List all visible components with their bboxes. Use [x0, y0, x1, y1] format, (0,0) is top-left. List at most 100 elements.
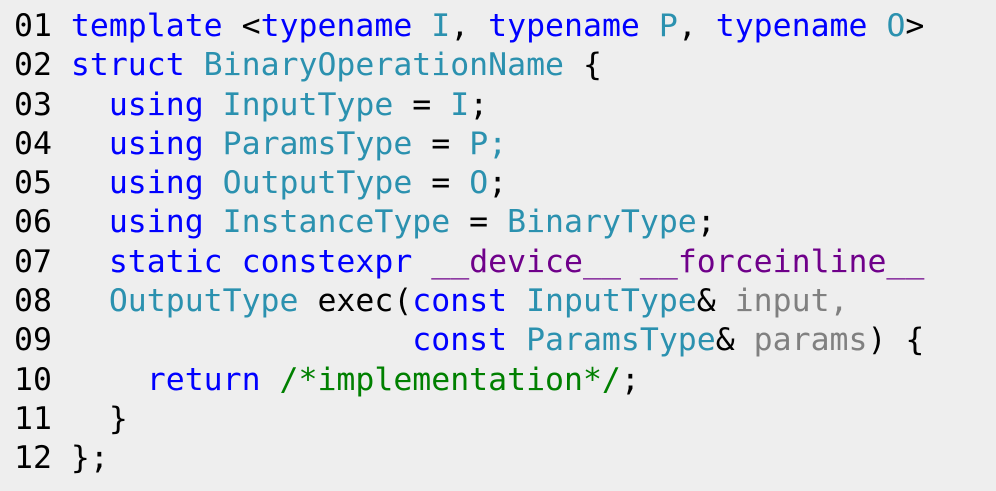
plain-token: , — [450, 8, 489, 44]
code-line: 05 using OutputType = O; — [14, 164, 996, 203]
gutter-space — [52, 126, 71, 162]
comment-token: /*implementation*/ — [279, 361, 621, 398]
keyword-token: using — [108, 165, 204, 202]
line-number: 11 — [14, 400, 52, 437]
gutter-space — [52, 244, 71, 280]
code-line: 12 }; — [14, 439, 996, 478]
plain-token: > — [905, 8, 925, 44]
gutter-space — [52, 204, 71, 240]
gutter-space — [52, 87, 71, 123]
line-number: 10 — [14, 361, 52, 398]
line-number: 01 — [14, 8, 52, 44]
keyword-token: typename — [488, 8, 640, 44]
code-line: 10 return /*implementation*/; — [14, 361, 996, 400]
macro-token: __forceinline__ — [639, 243, 925, 280]
type-token: BinaryType — [507, 204, 697, 241]
plain-token: ) { — [867, 322, 925, 359]
line-number: 07 — [14, 243, 52, 280]
plain-token: } — [70, 400, 128, 437]
plain-token: = — [393, 86, 451, 123]
keyword-token: const — [412, 283, 508, 320]
plain-token: exec( — [298, 283, 413, 320]
gutter-space — [52, 322, 71, 358]
keyword-token: return — [146, 361, 261, 398]
line-number: 03 — [14, 86, 52, 123]
plain-token: { — [564, 47, 602, 84]
keyword-token: using — [108, 125, 204, 162]
plain-token: = — [412, 125, 470, 162]
parameter-token: input, — [734, 283, 849, 320]
plain-token: ; — [696, 204, 716, 241]
type-token: OutputType — [108, 283, 299, 320]
keyword-token: template — [70, 8, 223, 44]
gutter-space — [52, 283, 71, 319]
gutter-space — [52, 47, 71, 83]
code-line: 09 const ParamsType& params) { — [14, 321, 996, 360]
plain-token: = — [450, 204, 508, 241]
macro-token: __device__ — [431, 243, 621, 280]
keyword-token: const — [412, 322, 508, 359]
plain-token: , — [677, 8, 716, 44]
keyword-token: using — [108, 204, 204, 241]
code-line: 06 using InstanceType = BinaryType; — [14, 203, 996, 242]
type-token: BinaryOperationName — [203, 47, 564, 84]
type-token: O — [886, 8, 906, 44]
keyword-token: using — [108, 86, 204, 123]
type-token: O — [469, 165, 489, 202]
gutter-space — [52, 165, 71, 201]
type-token: InputType — [222, 86, 394, 123]
plain-token: & — [696, 283, 735, 320]
line-number: 12 — [14, 440, 52, 477]
code-line: 01 template <typename I, typename P, typ… — [14, 7, 996, 46]
keyword-token: typename — [260, 8, 413, 44]
plain-token: < — [222, 8, 261, 44]
code-line: 02 struct BinaryOperationName { — [14, 46, 996, 85]
code-line: 04 using ParamsType = P; — [14, 125, 996, 164]
type-token: InputType — [526, 283, 697, 320]
keyword-token: typename — [715, 8, 868, 44]
plain-token: }; — [70, 440, 109, 477]
plain-token: = — [412, 165, 470, 202]
type-token: OutputType — [222, 165, 413, 202]
line-number: 08 — [14, 283, 52, 320]
code-line: 08 OutputType exec(const InputType& inpu… — [14, 282, 996, 321]
type-token: ParamsType — [526, 322, 716, 359]
line-number: 06 — [14, 204, 52, 241]
line-number: 09 — [14, 322, 52, 359]
gutter-space — [52, 440, 71, 476]
type-token: I — [450, 86, 470, 123]
keyword-token: constexpr — [241, 243, 413, 280]
plain-token: ; — [488, 165, 508, 202]
keyword-token: static — [108, 243, 223, 280]
code-line: 11 } — [14, 400, 996, 439]
parameter-token: params — [753, 322, 868, 359]
keyword-token: struct — [70, 47, 185, 84]
gutter-space — [52, 8, 71, 44]
type-token: ParamsType — [222, 125, 413, 162]
type-token: P — [658, 8, 678, 44]
type-token: I — [431, 8, 451, 44]
code-viewer: 01 template <typename I, typename P, typ… — [0, 0, 996, 491]
type-token: InstanceType — [222, 204, 451, 241]
